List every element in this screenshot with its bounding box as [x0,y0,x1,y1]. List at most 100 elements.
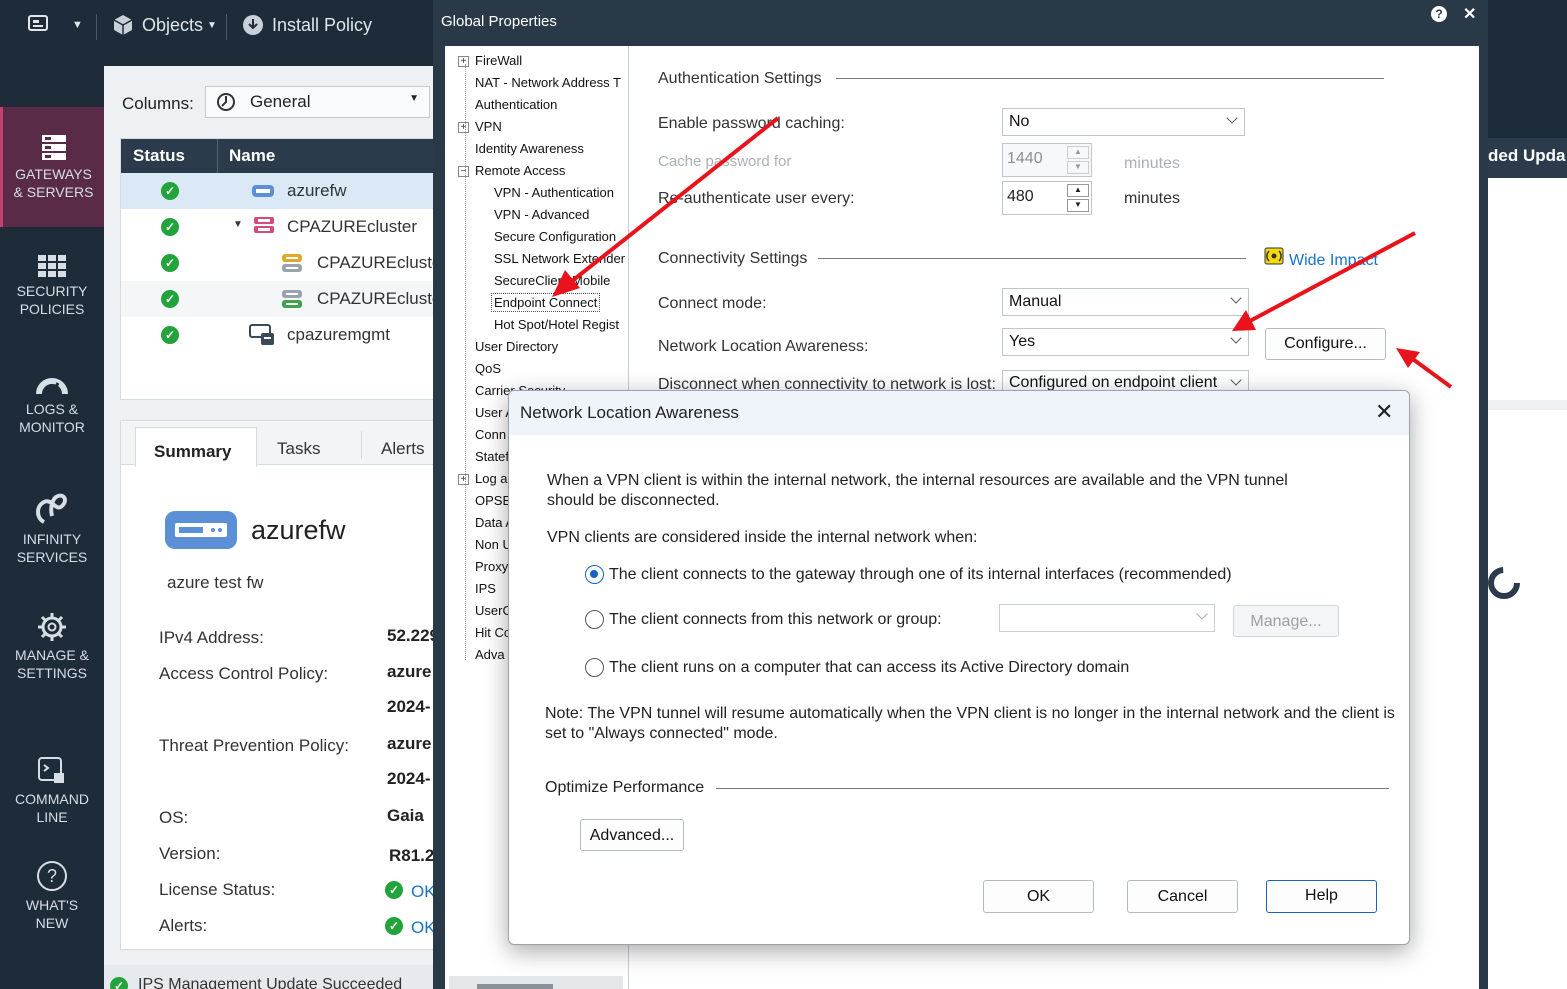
cancel-button[interactable]: Cancel [1127,880,1238,913]
infinity-icon [36,493,67,524]
object-comment: azure test fw [167,573,264,592]
row-name: CPAZUREcluste [317,253,442,272]
password-caching-select[interactable]: No [1002,108,1245,136]
status-ok-icon: ✓ [161,326,179,344]
collapse-arrow-icon[interactable]: ▼ [233,219,243,230]
nav-whats-new[interactable]: ? WHAT'S NEW [0,860,104,932]
cluster-member-icon [282,254,302,272]
option-internal-interfaces-label[interactable]: The client connects to the gateway throu… [609,566,1232,584]
tree-item-vpn[interactable]: VPN [475,119,502,134]
tree-item-nat[interactable]: NAT - Network Address T [475,75,621,90]
section-divider [818,258,1246,259]
tab-summary[interactable]: Summary [135,427,257,467]
tree-item-identity-awareness[interactable]: Identity Awareness [475,141,584,156]
advanced-button[interactable]: Advanced... [580,819,684,851]
app-menu-icon [28,15,48,31]
threat-policy-value[interactable]: azure [387,734,431,754]
configure-button[interactable]: Configure... [1265,328,1386,360]
cluster-member-icon [282,290,302,308]
nav-gateways-servers[interactable]: GATEWAYS & SERVERS [0,107,104,227]
dialog-title: Network Location Awareness [520,403,739,422]
stepper-up-icon[interactable]: ▲ [1067,184,1089,197]
nav-security-policies[interactable]: SECURITY POLICIES [0,254,104,318]
wide-impact-link[interactable]: Wide Impact [1289,252,1378,266]
nav-infinity-services[interactable]: INFINITY SERVICES [0,492,104,566]
access-policy-value[interactable]: azure [387,662,431,682]
close-icon[interactable]: ✕ [1375,399,1393,425]
tree-item-non-unique[interactable]: Non U [475,537,512,552]
tree-item-conn[interactable]: Conn [475,427,506,442]
close-icon[interactable]: ✕ [1463,4,1476,24]
license-value[interactable]: OK [411,882,436,902]
radio-network-group[interactable] [585,610,604,629]
tree-scrollbar-thumb[interactable] [477,984,553,989]
disconnect-select[interactable]: Configured on endpoint client [1002,370,1249,390]
help-icon[interactable]: ? [1431,6,1447,22]
os-value: Gaia [387,806,424,825]
status-ok-icon: ✓ [385,881,403,899]
tree-item-ips[interactable]: IPS [475,581,496,596]
tree-item-vpn-advanced[interactable]: VPN - Advanced [494,207,589,222]
tab-alerts[interactable]: Alerts [381,439,424,459]
row-name: azurefw [287,181,347,200]
expand-icon[interactable]: + [458,122,469,133]
tree-item-ssl-network-extender[interactable]: SSL Network Extender [494,251,625,266]
tree-item-user-directory[interactable]: User Directory [475,339,558,354]
table-row[interactable]: ✓ ▼ CPAZUREcluster [121,209,441,245]
tree-item-log[interactable]: Log a [475,471,508,486]
grid-header: Status Name [121,139,441,173]
alerts-value[interactable]: OK [411,918,436,938]
tree-item-remote-access[interactable]: Remote Access [475,163,565,178]
ok-button[interactable]: OK [983,880,1094,913]
tree-item-hit-count[interactable]: Hit Co [475,625,511,640]
tree-item-hotspot[interactable]: Hot Spot/Hotel Regist [494,317,619,332]
tree-item-stateful[interactable]: Statef [475,449,509,464]
wide-impact-icon [1264,247,1284,265]
help-button[interactable]: Help [1266,880,1377,913]
nla-select[interactable]: Yes [1002,328,1249,356]
table-row[interactable]: ✓ CPAZUREcluste [121,245,441,281]
nav-command-line[interactable]: COMMAND LINE [0,756,104,826]
tree-item-opsec[interactable]: OPSE [475,493,511,508]
install-policy-button[interactable]: Install Policy [242,14,372,36]
table-row[interactable]: ✓ azurefw [121,173,441,209]
tree-item-advanced[interactable]: Adva [475,647,505,662]
columns-select[interactable]: General ▼ [205,86,430,118]
option-network-group-label[interactable]: The client connects from this network or… [609,611,942,629]
tree-item-qos[interactable]: QoS [475,361,501,376]
tree-item-secureclient-mobile[interactable]: SecureClient Mobile [494,273,610,288]
tab-tasks[interactable]: Tasks [277,439,320,459]
tree-item-vpn-authentication[interactable]: VPN - Authentication [494,185,614,200]
chevron-down-icon [1196,608,1208,620]
install-policy-label: Install Policy [272,14,373,35]
tree-item-firewall[interactable]: FireWall [475,53,522,68]
background-divider [1488,400,1567,410]
tree-item-proxy[interactable]: Proxy [475,559,508,574]
section-divider [716,788,1389,789]
tree-item-authentication[interactable]: Authentication [475,97,557,112]
stepper-down-icon[interactable]: ▼ [1067,199,1089,212]
install-icon [243,15,263,35]
radio-active-directory[interactable] [585,658,604,677]
reauthenticate-stepper[interactable]: 480 ▲ ▼ [1002,181,1092,215]
header-name[interactable]: Name [229,146,275,166]
table-row[interactable]: ✓ cpazuremgmt [121,317,441,353]
header-status[interactable]: Status [133,146,185,166]
option-active-directory-label[interactable]: The client runs on a computer that can a… [609,659,1129,677]
expand-icon[interactable]: + [458,56,469,67]
columns-label: Columns: [122,94,194,113]
collapse-icon[interactable]: − [458,166,469,177]
app-menu-button[interactable]: ▼ [28,14,83,36]
tree-item-secure-configuration[interactable]: Secure Configuration [494,229,616,244]
ipv4-value: 52.229 [387,626,439,645]
radio-internal-interfaces[interactable] [585,565,604,584]
nav-manage-settings[interactable]: MANAGE & SETTINGS [0,612,104,682]
tree-item-endpoint-connect[interactable]: Endpoint Connect [491,293,601,312]
nla-dialog: Network Location Awareness ✕ When a VPN … [508,390,1410,945]
objects-menu-button[interactable]: Objects ▼ [112,14,217,36]
connect-mode-select[interactable]: Manual [1002,288,1249,316]
tree-item-usercheck[interactable]: UserC [475,603,512,618]
nav-logs-monitor[interactable]: LOGS & MONITOR [0,374,104,436]
expand-icon[interactable]: + [458,474,469,485]
table-row[interactable]: ✓ CPAZUREcluste [121,281,441,317]
